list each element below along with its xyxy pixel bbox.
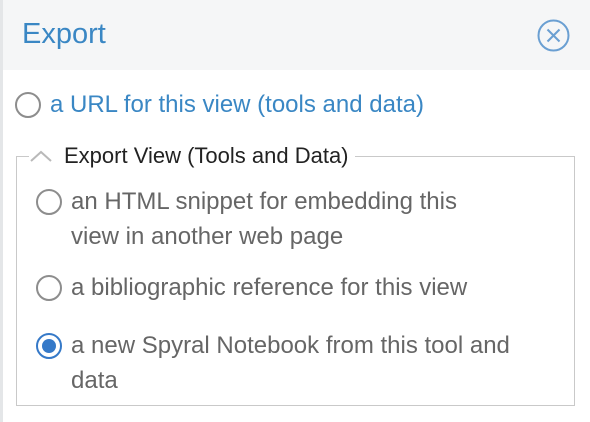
chevron-up-icon[interactable] [29, 149, 53, 163]
url-option[interactable]: a URL for this view (tools and data) [15, 91, 424, 122]
bibliographic-label-line1: a bibliographic reference for this view [71, 274, 468, 301]
close-circle-icon[interactable] [536, 18, 571, 53]
html-snippet-radio[interactable] [36, 189, 62, 215]
fieldset-legend[interactable]: Export View (Tools and Data) [29, 141, 355, 171]
fieldset-legend-text: Export View (Tools and Data) [64, 143, 349, 168]
spyral-notebook-label-line1: a new Spyral Notebook from this tool and [71, 332, 510, 359]
bibliographic-radio[interactable] [36, 275, 62, 301]
html-snippet-label-line2: view in another web page [71, 223, 344, 250]
html-snippet-label-line1: an HTML snippet for embedding this [71, 188, 457, 215]
url-option-radio[interactable] [15, 92, 41, 118]
dialog-title: Export [22, 18, 106, 50]
spyral-notebook-label-line2: data [71, 367, 118, 394]
bibliographic-label[interactable]: a bibliographic reference for this view [71, 270, 467, 305]
spyral-notebook-radio[interactable] [36, 333, 62, 359]
spyral-notebook-label[interactable]: a new Spyral Notebook from this tool and… [71, 328, 510, 398]
spyral-notebook-option[interactable]: a new Spyral Notebook from this tool and… [36, 332, 510, 398]
url-option-label[interactable]: a URL for this view (tools and data) [50, 87, 424, 122]
html-snippet-option[interactable]: an HTML snippet for embedding this view … [36, 188, 457, 254]
dialog-header: Export [3, 0, 590, 70]
bibliographic-option[interactable]: a bibliographic reference for this view [36, 274, 467, 305]
html-snippet-label[interactable]: an HTML snippet for embedding this view … [71, 184, 457, 254]
